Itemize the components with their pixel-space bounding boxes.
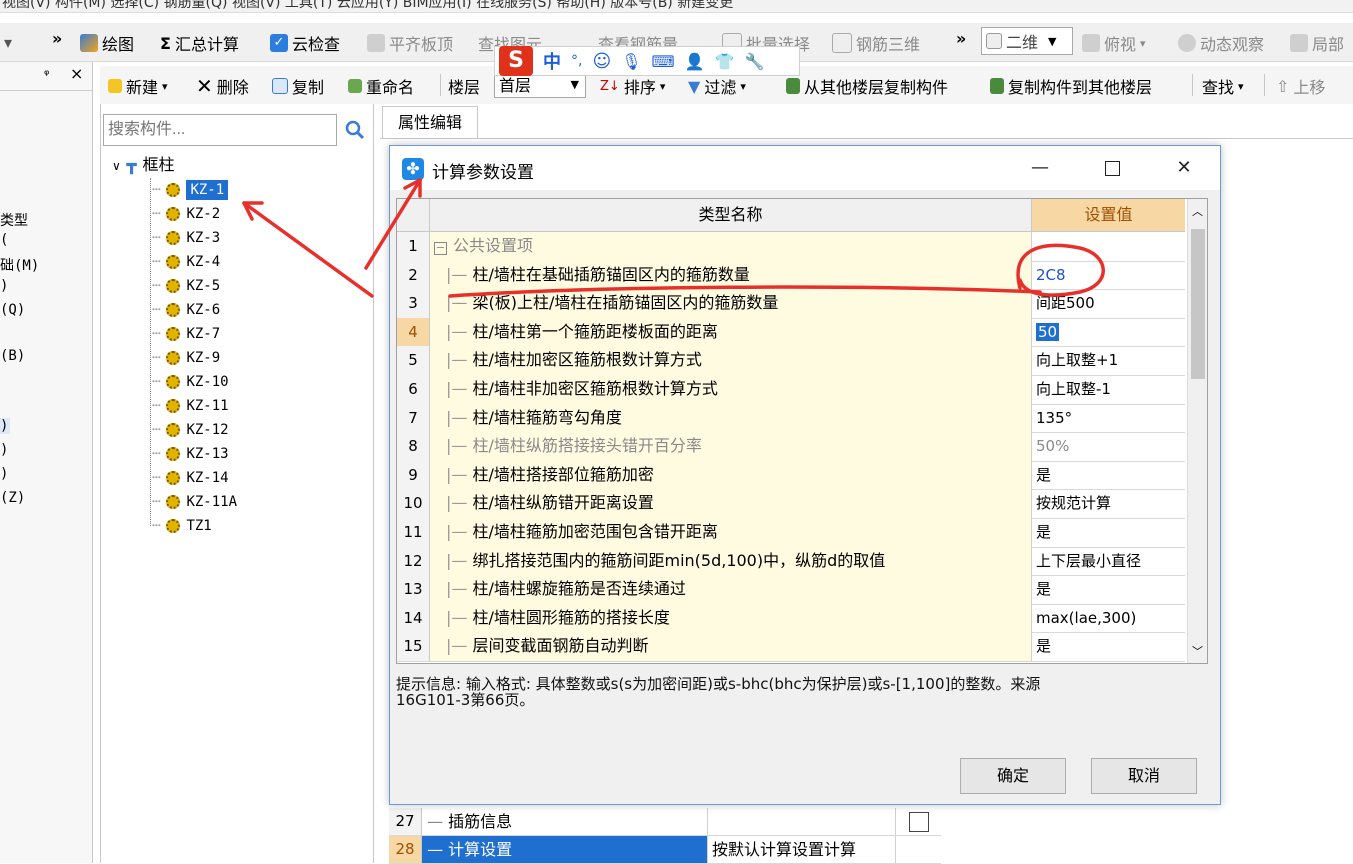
annotation-underline xyxy=(448,285,1042,298)
annotation-arrow-to-dialog xyxy=(364,178,422,270)
annotation-overlay xyxy=(242,178,1105,298)
annotation-circle xyxy=(1016,243,1105,297)
annotation-arrow-to-kz1 xyxy=(242,201,374,298)
